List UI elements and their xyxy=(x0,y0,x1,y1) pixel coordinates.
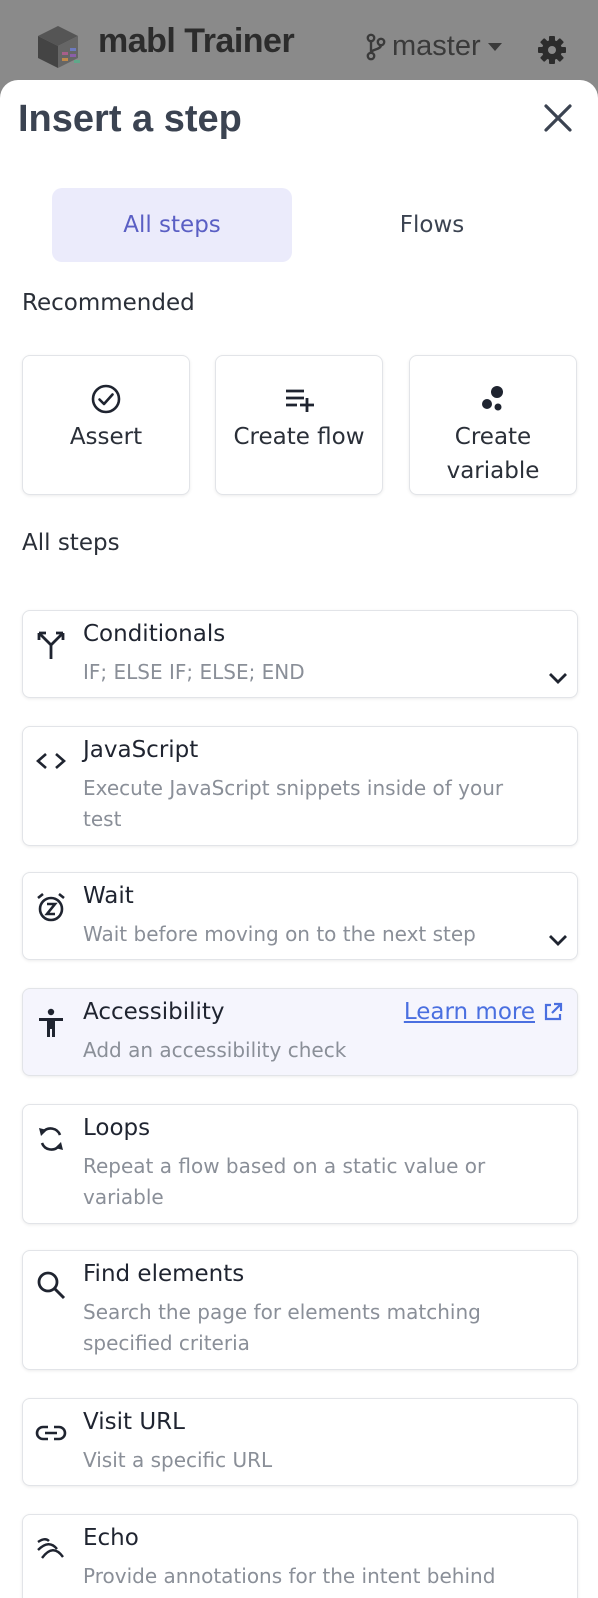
playlist-add-icon xyxy=(286,389,314,412)
step-title: Wait xyxy=(83,883,134,909)
close-icon[interactable] xyxy=(540,100,576,136)
insert-step-drawer: Insert a step All steps Flows Recommende… xyxy=(0,80,598,1598)
recommended-create-variable[interactable]: Create variable xyxy=(409,355,577,495)
gear-icon[interactable] xyxy=(536,34,568,66)
tab-flows[interactable]: Flows xyxy=(312,188,552,262)
step-title: Loops xyxy=(83,1115,151,1141)
step-visit-url[interactable]: Visit URL Visit a specific URL xyxy=(22,1398,578,1486)
check-circle-icon xyxy=(91,384,121,414)
recommended-label: Assert xyxy=(69,424,143,450)
step-title: Conditionals xyxy=(83,621,226,647)
recommended-assert[interactable]: Assert xyxy=(22,355,190,495)
step-description: Visit a specific URL xyxy=(83,1448,273,1472)
loop-icon xyxy=(39,1127,63,1151)
accessibility-icon xyxy=(39,1008,63,1037)
step-title: Find elements xyxy=(83,1261,245,1287)
step-title: JavaScript xyxy=(83,737,199,763)
step-conditionals[interactable]: Conditionals IF; ELSE IF; ELSE; END xyxy=(22,610,578,698)
recommended-create-flow[interactable]: Create flow xyxy=(215,355,383,495)
step-description: Provide annotations for the intent behin… xyxy=(83,1564,496,1588)
step-find-elements[interactable]: Find elements Search the page for elemen… xyxy=(22,1250,578,1370)
step-description: IF; ELSE IF; ELSE; END xyxy=(83,660,305,684)
branch-name: master xyxy=(392,30,481,62)
branch-selector[interactable]: master xyxy=(366,30,503,63)
step-title: Accessibility xyxy=(83,999,225,1025)
drawer-title: Insert a step xyxy=(18,98,242,140)
mabl-logo xyxy=(38,26,80,68)
git-branch-icon xyxy=(366,33,386,60)
step-description: Add an accessibility check xyxy=(83,1038,347,1062)
step-description: Search the page for elements matching sp… xyxy=(83,1300,481,1355)
external-link-icon xyxy=(544,1002,563,1021)
recommended-label: Create variable xyxy=(446,424,540,484)
chevron-down-icon[interactable] xyxy=(547,671,569,685)
tab-all-steps[interactable]: All steps xyxy=(52,188,292,262)
step-description: Repeat a flow based on a static value or… xyxy=(83,1154,486,1209)
recommended-label: Create flow xyxy=(233,424,365,450)
app-title: mabl Trainer xyxy=(98,22,295,60)
search-icon xyxy=(37,1271,66,1300)
tab-bar: All steps Flows xyxy=(52,188,552,262)
snooze-icon xyxy=(37,892,65,922)
step-title: Visit URL xyxy=(83,1409,185,1435)
variable-icon xyxy=(482,386,503,411)
caret-down-icon xyxy=(487,42,502,51)
code-icon xyxy=(36,753,66,769)
step-description: Execute JavaScript snippets inside of yo… xyxy=(83,776,504,831)
chevron-down-icon[interactable] xyxy=(547,933,569,947)
step-title: Echo xyxy=(83,1525,139,1551)
learn-more-link[interactable]: Learn more xyxy=(404,999,563,1025)
echo-icon xyxy=(37,1538,64,1559)
link-icon xyxy=(35,1425,67,1441)
step-description: Wait before moving on to the next step xyxy=(83,922,476,946)
recommended-heading: Recommended xyxy=(22,290,195,316)
step-echo[interactable]: Echo Provide annotations for the intent … xyxy=(22,1514,578,1598)
step-accessibility[interactable]: Accessibility Add an accessibility check… xyxy=(22,988,578,1076)
step-wait[interactable]: Wait Wait before moving on to the next s… xyxy=(22,872,578,960)
fork-icon xyxy=(37,631,65,659)
all-steps-heading: All steps xyxy=(22,530,120,556)
step-javascript[interactable]: JavaScript Execute JavaScript snippets i… xyxy=(22,726,578,846)
step-loops[interactable]: Loops Repeat a flow based on a static va… xyxy=(22,1104,578,1224)
learn-more-label: Learn more xyxy=(403,999,535,1025)
